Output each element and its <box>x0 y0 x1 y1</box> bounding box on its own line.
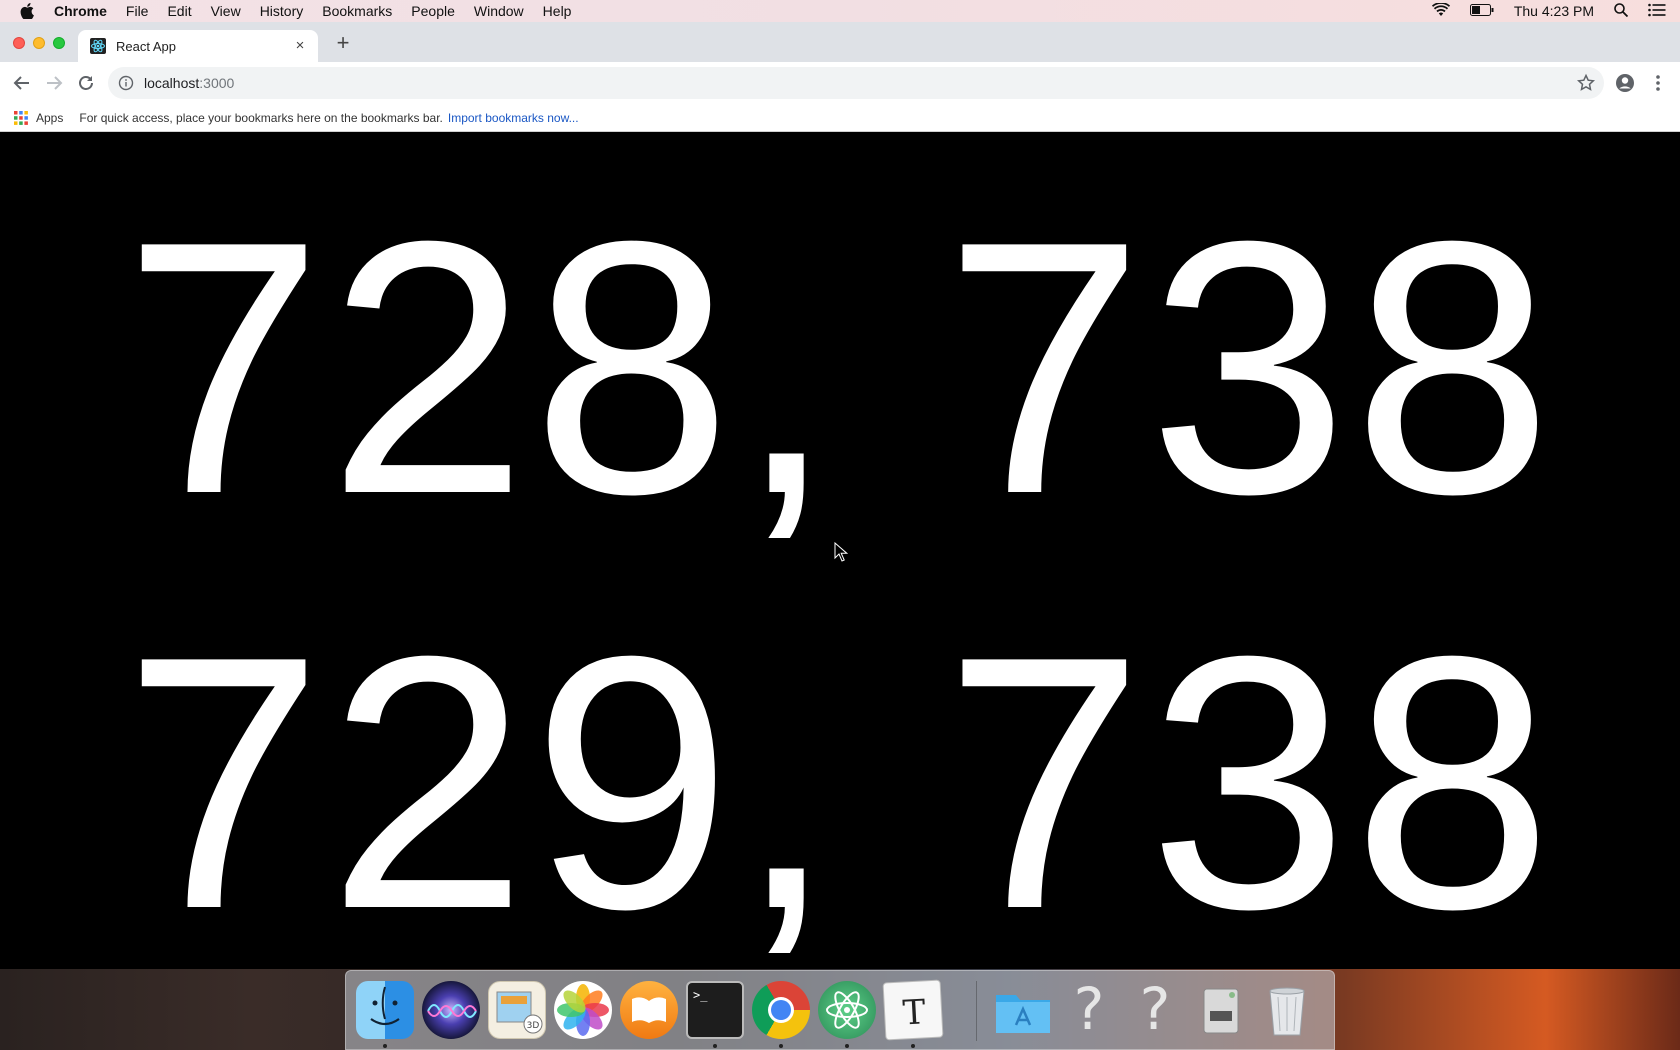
chrome-icon[interactable] <box>752 981 810 1039</box>
url-port: :3000 <box>199 75 235 91</box>
mouse-pointer-icon <box>834 541 849 562</box>
bookmarks-hint-text: For quick access, place your bookmarks h… <box>79 110 443 125</box>
ibooks-icon[interactable] <box>620 981 678 1039</box>
unknown-app-icon[interactable]: ? <box>1060 977 1118 1041</box>
battery-icon[interactable] <box>1469 3 1494 19</box>
tab-strip: React App × + <box>0 22 1680 62</box>
svg-text:>_: >_ <box>693 988 708 1002</box>
typora-icon[interactable]: T <box>882 979 944 1041</box>
forward-arrow-icon[interactable] <box>44 73 64 93</box>
notification-center-icon[interactable] <box>1648 3 1666 20</box>
address-bar[interactable]: localhost:3000 <box>108 67 1604 99</box>
disk-utility-icon[interactable] <box>1192 981 1250 1039</box>
unknown-app-icon[interactable]: ? <box>1126 977 1184 1041</box>
spotlight-search-icon[interactable] <box>1614 2 1629 20</box>
trash-icon[interactable] <box>1258 981 1316 1039</box>
window-close-button[interactable] <box>13 37 25 49</box>
tab-close-icon[interactable]: × <box>292 38 308 54</box>
back-arrow-icon[interactable] <box>12 73 32 93</box>
menubar-clock[interactable]: Thu 4:23 PM <box>1514 3 1594 19</box>
react-favicon-icon <box>90 38 106 54</box>
apps-grid-icon[interactable] <box>14 110 28 125</box>
running-indicator <box>713 1044 717 1048</box>
menu-history[interactable]: History <box>260 0 304 22</box>
coordinate-readout-line-1: 728, 738 <box>123 167 1557 569</box>
dock-separator <box>976 981 977 1041</box>
running-indicator <box>845 1044 849 1048</box>
wifi-icon[interactable] <box>1431 1 1450 20</box>
terminal-icon[interactable]: >_ <box>686 981 744 1039</box>
running-indicator <box>383 1044 387 1048</box>
preview-icon[interactable]: 3D <box>488 981 546 1039</box>
running-indicator <box>911 1044 915 1048</box>
coordinate-readout-line-2: 729, 738 <box>123 582 1557 984</box>
browser-toolbar: localhost:3000 <box>0 62 1680 104</box>
window-minimize-button[interactable] <box>33 37 45 49</box>
bookmarks-bar: Apps For quick access, place your bookma… <box>0 104 1680 132</box>
menu-bookmarks[interactable]: Bookmarks <box>322 0 392 22</box>
window-zoom-button[interactable] <box>53 37 65 49</box>
profile-avatar-icon[interactable] <box>1615 73 1635 93</box>
atom-icon[interactable] <box>818 981 876 1039</box>
import-bookmarks-link[interactable]: Import bookmarks now... <box>448 111 579 125</box>
svg-text:T: T <box>902 992 927 1033</box>
menu-file[interactable]: File <box>126 0 149 22</box>
tab-title: React App <box>116 38 176 54</box>
dock: 3D >_ T ? ? <box>345 970 1335 1050</box>
siri-icon[interactable] <box>422 981 480 1039</box>
menu-window[interactable]: Window <box>474 0 524 22</box>
running-indicator <box>779 1044 783 1048</box>
applications-folder-icon[interactable] <box>994 981 1052 1039</box>
apple-menu-icon[interactable] <box>16 0 38 22</box>
svg-text:3D: 3D <box>527 1021 540 1031</box>
url-host: localhost <box>144 75 200 91</box>
tab-react-app[interactable]: React App × <box>78 30 318 62</box>
finder-icon[interactable] <box>356 981 414 1039</box>
site-info-icon[interactable] <box>118 75 134 91</box>
menu-edit[interactable]: Edit <box>167 0 191 22</box>
apps-shortcut[interactable]: Apps <box>36 111 63 125</box>
menu-help[interactable]: Help <box>543 0 572 22</box>
reload-icon[interactable] <box>76 73 96 93</box>
macos-menu-bar: Chrome File Edit View History Bookmarks … <box>0 0 1680 22</box>
new-tab-button[interactable]: + <box>331 31 355 55</box>
chrome-menu-icon[interactable] <box>1648 73 1668 93</box>
photos-icon[interactable] <box>554 981 612 1039</box>
menu-view[interactable]: View <box>211 0 241 22</box>
bookmark-star-icon[interactable] <box>1576 73 1596 93</box>
menu-people[interactable]: People <box>411 0 455 22</box>
menu-app-chrome[interactable]: Chrome <box>54 0 107 22</box>
